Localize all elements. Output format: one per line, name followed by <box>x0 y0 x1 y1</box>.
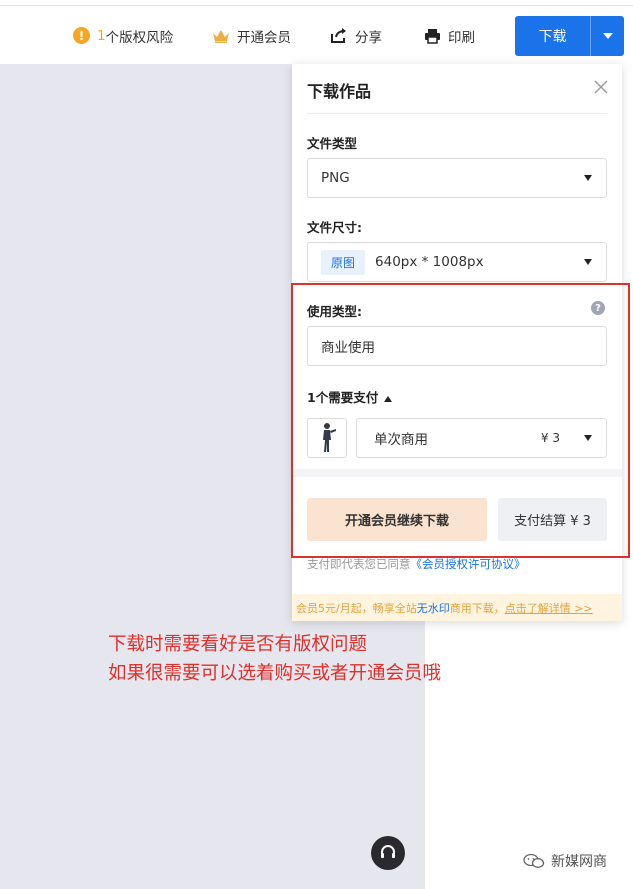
window-top-border <box>0 0 633 6</box>
print-label: 印刷 <box>448 29 475 46</box>
promo-text-3: 商用下载， <box>449 601 505 615</box>
printer-icon <box>424 28 441 44</box>
customer-service-button[interactable] <box>371 836 405 870</box>
copyright-risk-count: 1 <box>97 27 106 44</box>
chevron-down-icon <box>584 259 592 265</box>
annotation-line-1: 下载时需要看好是否有版权问题 <box>108 634 368 655</box>
promo-text-1: 会员5元/月起，畅享全站 <box>296 601 417 615</box>
original-size-tag: 原图 <box>321 249 366 275</box>
share-icon <box>330 27 348 44</box>
share-button[interactable]: 分享 <box>330 7 382 64</box>
top-toolbar: ! 1 个版权风险 开通会员 分享 印刷 下载 <box>0 7 633 64</box>
file-type-select[interactable]: PNG <box>307 158 607 198</box>
watermark: 新媒网商 <box>523 851 607 871</box>
headset-icon <box>381 845 395 858</box>
download-button[interactable]: 下载 <box>515 16 590 56</box>
agreement-text: 支付即代表您已同意《会员授权许可协议》 <box>307 556 526 572</box>
download-split-button: 下载 <box>515 16 624 56</box>
wechat-icon <box>523 853 545 868</box>
promo-details-link[interactable]: 点击了解详情 >> <box>505 600 593 616</box>
membership-promo-bar: 会员5元/月起，畅享全站 无水印 商用下载， 点击了解详情 >> <box>292 594 622 621</box>
print-button[interactable]: 印刷 <box>424 7 475 64</box>
caret-down-icon <box>602 32 613 39</box>
file-type-label: 文件类型 <box>307 136 358 151</box>
download-dropdown-toggle[interactable] <box>591 16 624 56</box>
file-type-value: PNG <box>321 170 350 186</box>
copyright-risk-label: 个版权风险 <box>105 29 174 46</box>
license-agreement-link[interactable]: 《会员授权许可协议》 <box>411 557 526 571</box>
file-size-select[interactable]: 原图 640px * 1008px <box>307 242 607 282</box>
chevron-down-icon <box>584 175 592 181</box>
share-label: 分享 <box>355 29 382 46</box>
copyright-risk-button[interactable]: ! 1 个版权风险 <box>73 7 173 64</box>
panel-title: 下载作品 <box>307 82 372 101</box>
file-size-value: 640px * 1008px <box>375 254 484 270</box>
file-size-label: 文件尺寸: <box>307 220 362 235</box>
annotation-highlight-box <box>291 283 630 558</box>
warning-icon: ! <box>73 27 90 44</box>
close-icon[interactable] <box>592 78 610 96</box>
promo-text-2: 无水印 <box>416 601 450 615</box>
watermark-text: 新媒网商 <box>551 854 607 870</box>
agreement-prefix: 支付即代表您已同意 <box>307 557 411 571</box>
crown-icon <box>212 29 230 43</box>
open-membership-label: 开通会员 <box>237 29 291 46</box>
open-membership-button[interactable]: 开通会员 <box>212 7 291 64</box>
annotation-line-2: 如果很需要可以选着购买或者开通会员哦 <box>108 663 442 684</box>
panel-divider <box>307 113 607 114</box>
